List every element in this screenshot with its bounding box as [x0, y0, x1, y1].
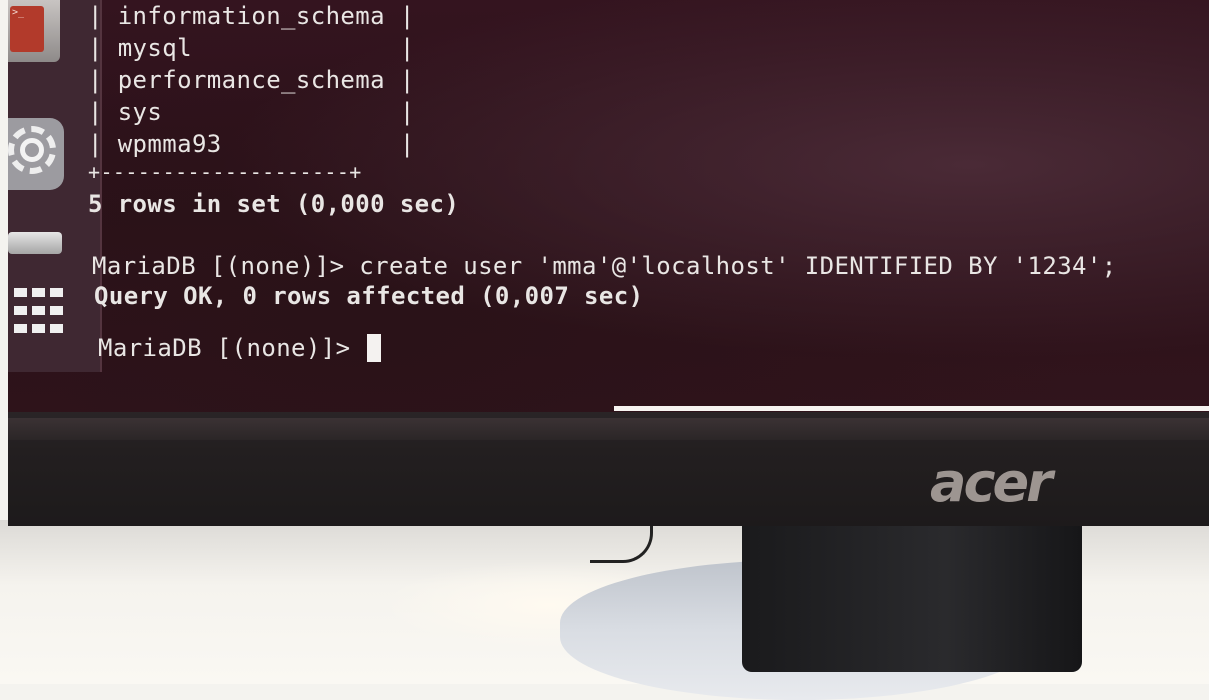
- launcher-sidebar: >_: [8, 0, 100, 372]
- command-line: MariaDB [(none)]> create user 'mma'@'loc…: [92, 252, 1117, 280]
- table-row: | sys |: [88, 98, 415, 126]
- terminal-icon[interactable]: >_: [8, 0, 60, 62]
- monitor-bezel-edge: [8, 418, 1209, 440]
- query-ok-message: Query OK, 0 rows affected (0,007 sec): [94, 282, 644, 310]
- prompt-text: MariaDB [(none)]>: [98, 334, 366, 362]
- result-summary: 5 rows in set (0,000 sec): [88, 190, 460, 218]
- table-row: | mysql |: [88, 34, 415, 62]
- settings-icon[interactable]: [8, 118, 64, 190]
- apps-grid-icon[interactable]: [10, 288, 68, 338]
- monitor-stand-neck: [742, 520, 1082, 672]
- gear-inner-icon: [20, 138, 44, 162]
- monitor-brand-logo: acer: [930, 451, 1053, 514]
- table-border: +--------------------+: [88, 160, 362, 184]
- table-row: | wpmma93 |: [88, 130, 415, 158]
- terminal-icon-glyph: >_: [10, 6, 44, 52]
- table-row: | information_schema |: [88, 2, 415, 30]
- prompt-line[interactable]: MariaDB [(none)]>: [98, 334, 382, 362]
- text-cursor: [367, 334, 382, 362]
- table-row: | performance_schema |: [88, 66, 415, 94]
- drive-icon[interactable]: [8, 232, 62, 254]
- screen-edge-glare: [614, 406, 1209, 411]
- monitor-screen: >_ | information_schema | | mysql | | pe…: [8, 0, 1209, 412]
